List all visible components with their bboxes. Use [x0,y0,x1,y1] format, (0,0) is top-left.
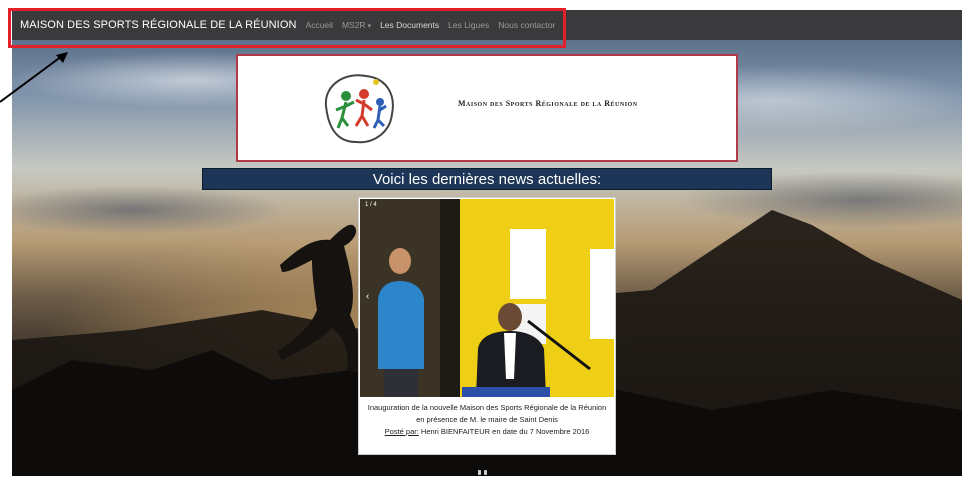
ms2r-logo-icon [324,74,394,144]
header-banner: Maison des Sports Régionale de la Réunio… [236,54,738,162]
news-caption: Inauguration de la nouvelle Maison des S… [365,402,609,438]
carousel-indicators [478,470,487,475]
news-heading: Voici les dernières news actuelles: [202,168,772,190]
carousel-dot[interactable] [484,470,487,475]
annotation-highlight-box [8,8,566,48]
banner-title: Maison des Sports Régionale de la Réunio… [458,99,638,108]
posted-by-label: Posté par: [384,427,419,436]
news-carousel-card: 1 / 4 ‹ › Inauguration de la nouvelle Ma… [358,197,616,455]
posted-by-text: Henri BIENFAITEUR en date du 7 Novembre … [418,427,590,436]
news-photo: 1 / 4 ‹ › [360,199,614,397]
annotation-arrow [0,52,68,103]
carousel-dot[interactable] [478,470,481,475]
carousel-prev-icon[interactable]: ‹ [366,291,369,302]
news-caption-text: Inauguration de la nouvelle Maison des S… [367,403,607,424]
carousel-counter: 1 / 4 [365,202,377,208]
carousel-next-icon[interactable]: › [605,291,608,302]
photo-scene [360,199,614,397]
